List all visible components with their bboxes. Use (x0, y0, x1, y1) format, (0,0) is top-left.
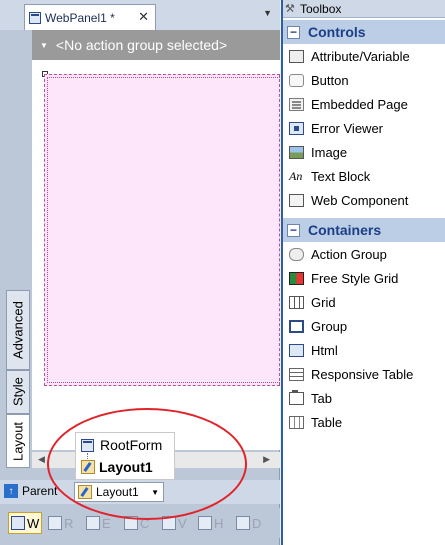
part-label: D (252, 515, 262, 531)
group-title: Containers (308, 222, 382, 238)
arrow-up-icon: ↑ (4, 484, 18, 498)
help-icon (198, 516, 212, 530)
grid-icon (289, 295, 304, 309)
toolbox-item-text-block[interactable]: An Text Block (283, 164, 445, 188)
close-icon[interactable]: ✕ (138, 9, 149, 25)
toolbox-item-label: Web Component (311, 192, 409, 208)
toolbox-item-html[interactable]: Html (283, 338, 445, 362)
toolbox-item-label: Tab (311, 390, 332, 406)
action-group-label: <No action group selected> (55, 37, 228, 53)
toolbox-title-bar: ⚒ Toolbox (283, 0, 445, 18)
rules-icon (48, 516, 62, 530)
toolbox-title: Toolbox (300, 1, 342, 16)
side-tabs: Advanced Style Layout (6, 290, 30, 468)
part-rules[interactable]: R (48, 512, 73, 534)
parent-label: Parent (22, 484, 58, 498)
toolbox-item-label: Grid (311, 294, 336, 310)
events-icon (86, 516, 100, 530)
toolbox-item-button[interactable]: Button (283, 68, 445, 92)
webpanel-icon (29, 11, 41, 24)
toolbox-item-grid[interactable]: Grid (283, 290, 445, 314)
tab-icon (289, 389, 304, 405)
toolbox-panel: ⚒ Toolbox − Controls Attribute/Variable … (281, 0, 445, 545)
group-header-containers[interactable]: − Containers (283, 218, 445, 242)
toolbox-item-label: Group (311, 318, 348, 334)
attribute-icon (289, 49, 304, 63)
tab-advanced[interactable]: Advanced (6, 290, 30, 370)
action-group-bar[interactable]: ▼ <No action group selected> (32, 30, 280, 60)
web-component-icon (289, 193, 304, 207)
responsive-table-icon (289, 367, 304, 381)
part-label: R (64, 515, 74, 531)
html-icon (289, 343, 304, 357)
toolbox-item-label: Table (311, 414, 343, 430)
toolbox-item-label: Action Group (311, 246, 387, 262)
toolbox-icon: ⚒ (285, 2, 295, 15)
highlight-annotation (47, 408, 247, 520)
part-label: E (102, 515, 111, 531)
collapse-icon[interactable]: − (287, 223, 300, 237)
toolbox-item-image[interactable]: Image (283, 140, 445, 164)
part-label: H (214, 515, 224, 531)
toolbox-item-label: Html (311, 342, 338, 358)
toolbox-item-label: Free Style Grid (311, 270, 399, 286)
web-form-icon (11, 516, 25, 530)
toolbox-item-label: Button (311, 72, 349, 88)
part-label: V (178, 515, 187, 531)
group-title: Controls (308, 24, 366, 40)
embedded-page-icon (289, 97, 304, 111)
toolbox-item-web-component[interactable]: Web Component (283, 188, 445, 212)
toolbox-item-error-viewer[interactable]: Error Viewer (283, 116, 445, 140)
tab-layout[interactable]: Layout (6, 414, 30, 468)
table-icon (289, 415, 304, 429)
toolbox-item-table[interactable]: Table (283, 410, 445, 434)
tab-style[interactable]: Style (6, 370, 30, 414)
toolbox-item-label: Embedded Page (311, 96, 408, 112)
toolbox-item-label: Image (311, 144, 348, 160)
designer-panel: WebPanel1 * ✕ ▼ ▼ <No action group selec… (0, 0, 282, 545)
error-viewer-icon (289, 121, 304, 135)
group-icon (289, 319, 304, 333)
free-style-grid-icon (289, 271, 304, 285)
part-web-form[interactable]: W (8, 512, 42, 534)
toolbox-item-free-style-grid[interactable]: Free Style Grid (283, 266, 445, 290)
document-tab-title: WebPanel1 * (45, 10, 115, 25)
group-header-controls[interactable]: − Controls (283, 20, 445, 44)
layout-form-area[interactable] (44, 74, 282, 386)
toolbox-item-label: Responsive Table (311, 366, 414, 382)
document-tab-bar: WebPanel1 * ✕ ▼ (0, 0, 280, 30)
action-group-icon (289, 247, 304, 261)
document-tab[interactable]: WebPanel1 * ✕ (24, 4, 156, 30)
scroll-left-icon[interactable]: ◀ (38, 454, 45, 465)
parent-button[interactable]: ↑ Parent (4, 484, 57, 498)
design-canvas[interactable]: ▼ <No action group selected> (32, 30, 282, 450)
part-help[interactable]: H (198, 512, 223, 534)
toolbox-item-group[interactable]: Group (283, 314, 445, 338)
documentation-icon (236, 516, 250, 530)
toolbox-item-responsive-table[interactable]: Responsive Table (283, 362, 445, 386)
toolbox-item-label: Attribute/Variable (311, 48, 410, 64)
scroll-right-icon[interactable]: ▶ (263, 454, 270, 465)
toolbox-item-tab[interactable]: Tab (283, 386, 445, 410)
toolbox-item-action-group[interactable]: Action Group (283, 242, 445, 266)
part-documentation[interactable]: D (236, 512, 261, 534)
toolbox-item-embedded-page[interactable]: Embedded Page (283, 92, 445, 116)
image-icon (289, 145, 304, 159)
collapse-icon[interactable]: − (287, 25, 300, 39)
part-label: W (27, 515, 40, 531)
text-block-icon: An (289, 168, 303, 183)
tab-menu-icon[interactable]: ▼ (263, 8, 272, 18)
toolbox-item-label: Error Viewer (311, 120, 384, 136)
button-icon (289, 73, 304, 87)
chevron-down-icon: ▼ (40, 40, 48, 50)
toolbox-item-label: Text Block (311, 168, 371, 184)
toolbox-item-attribute-variable[interactable]: Attribute/Variable (283, 44, 445, 68)
